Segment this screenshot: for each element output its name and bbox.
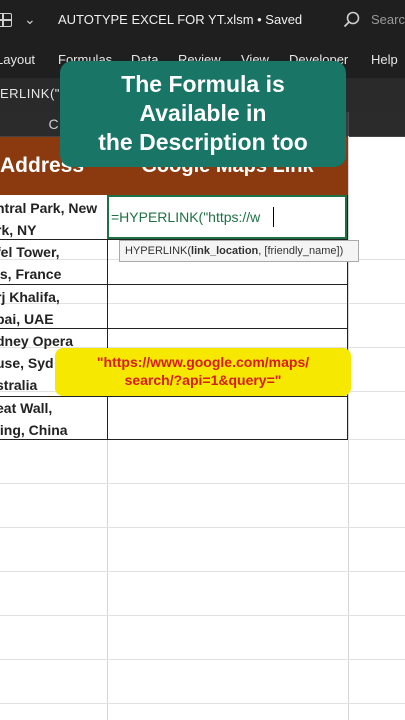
address-line: jing, China bbox=[0, 422, 68, 438]
address-line: is, France bbox=[0, 266, 62, 282]
tab-layout[interactable]: Layout bbox=[0, 52, 35, 67]
tooltip-other-args: , [friendly_name]) bbox=[258, 245, 344, 257]
cell-formula-text[interactable]: =HYPERLINK("https://w bbox=[111, 209, 260, 225]
grid-line bbox=[0, 483, 405, 484]
grid-line bbox=[0, 703, 405, 704]
grid-line bbox=[0, 571, 405, 572]
overlay-title-line: The Formula is bbox=[121, 71, 285, 97]
grid-line bbox=[0, 527, 405, 528]
address-line: fel Tower, bbox=[0, 244, 60, 260]
table-border bbox=[347, 195, 348, 440]
address-line: ntral Park, New bbox=[0, 200, 98, 216]
grid-icon[interactable] bbox=[0, 13, 12, 27]
tab-help[interactable]: Help bbox=[371, 52, 398, 67]
tooltip-function-name: HYPERLINK( bbox=[125, 245, 192, 257]
address-cell[interactable]: eat Wall, jing, China bbox=[0, 397, 107, 441]
address-line: rj Khalifa, bbox=[0, 289, 60, 305]
active-cell[interactable]: =HYPERLINK("https://w bbox=[107, 195, 347, 239]
text-caret bbox=[273, 207, 274, 227]
address-line: eat Wall, bbox=[0, 400, 53, 416]
search-input[interactable]: Search bbox=[371, 12, 405, 27]
overlay-title-line: the Description too bbox=[98, 129, 308, 155]
window-title: AUTOTYPE EXCEL FOR YT.xlsm • Saved bbox=[58, 12, 303, 27]
overlay-url-banner: "https://www.google.com/maps/ search/?ap… bbox=[55, 348, 351, 396]
overlay-url-line: search/?api=1&query=" bbox=[124, 372, 282, 388]
tooltip-current-arg[interactable]: link_location bbox=[191, 245, 258, 257]
overlay-url-line: "https://www.google.com/maps/ bbox=[96, 354, 310, 370]
title-bar: ⌄ AUTOTYPE EXCEL FOR YT.xlsm • Saved Sea… bbox=[0, 0, 405, 40]
chevron-down-icon[interactable]: ⌄ bbox=[24, 11, 36, 28]
address-line: bai, UAE bbox=[0, 311, 54, 327]
grid-line bbox=[0, 615, 405, 616]
grid-line bbox=[0, 659, 405, 660]
address-cell[interactable]: fel Tower, is, France bbox=[0, 241, 107, 285]
overlay-title-banner: The Formula is Available in the Descript… bbox=[60, 61, 346, 167]
address-cell[interactable]: rj Khalifa, bai, UAE bbox=[0, 286, 107, 330]
function-tooltip: HYPERLINK(link_location, [friendly_name]… bbox=[119, 240, 359, 262]
address-line: rk, NY bbox=[0, 222, 37, 238]
formula-bar-text[interactable]: ERLINK(" bbox=[0, 86, 60, 101]
search-icon[interactable] bbox=[342, 10, 362, 30]
address-cell[interactable]: ntral Park, New rk, NY bbox=[0, 197, 107, 241]
grid-line bbox=[348, 136, 349, 720]
overlay-title-line: Available in bbox=[139, 100, 267, 126]
